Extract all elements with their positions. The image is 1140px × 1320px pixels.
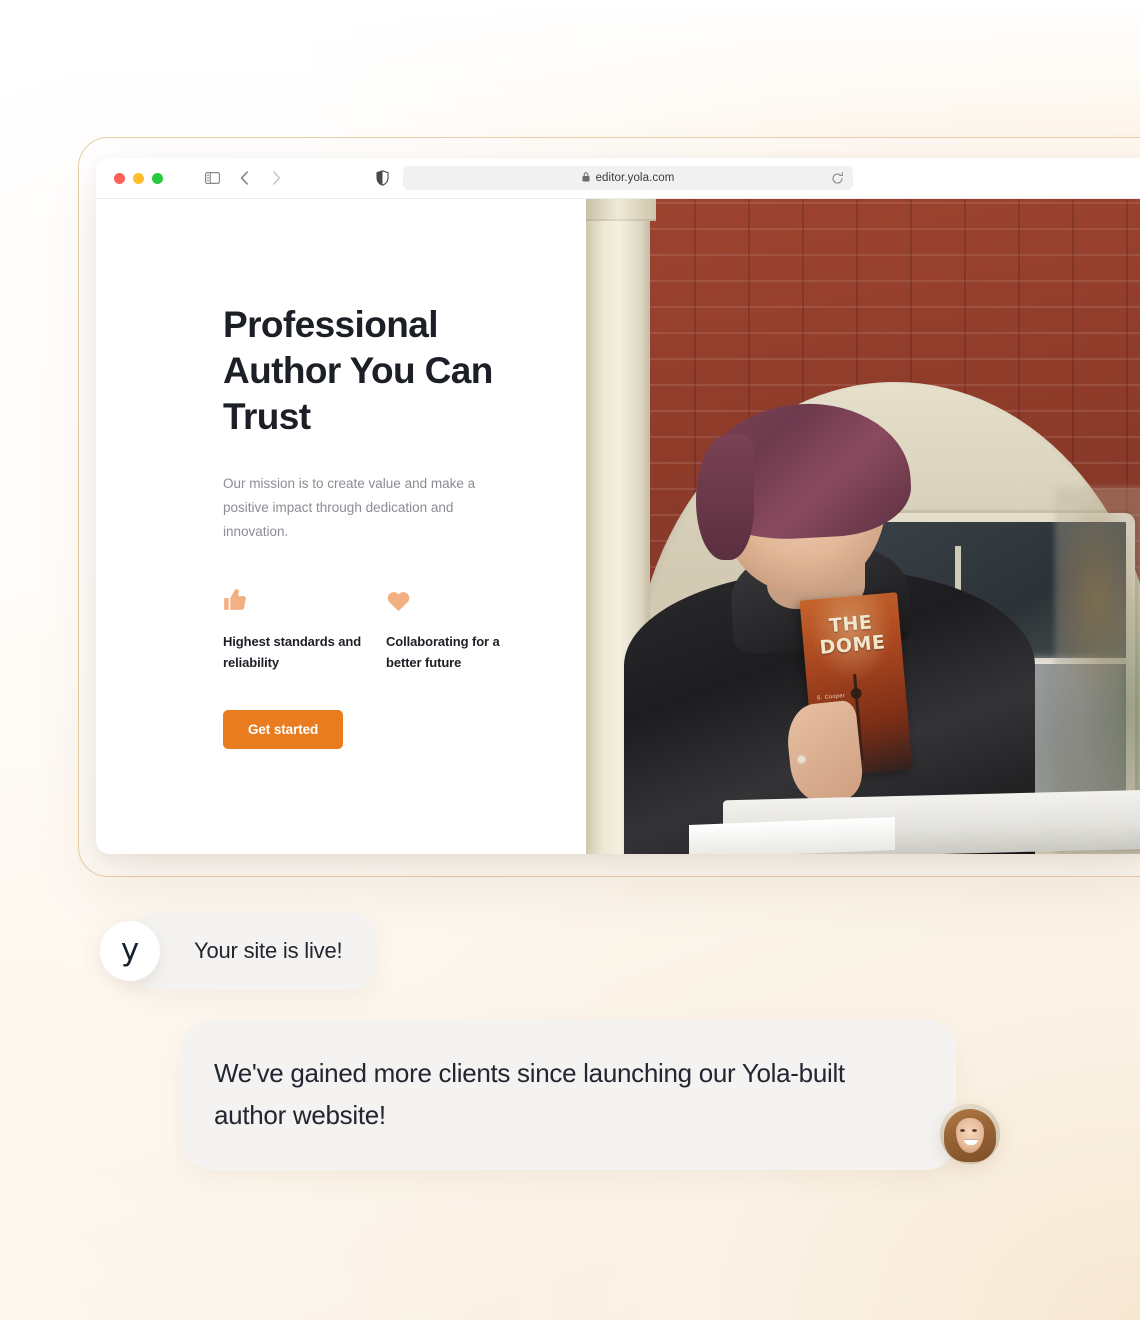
heart-icon	[386, 586, 549, 612]
feature-label: Collaborating for a better future	[386, 634, 500, 670]
thumbs-up-icon	[223, 586, 386, 612]
sidebar-toggle-icon[interactable]	[199, 165, 225, 191]
chevron-left-icon[interactable]	[231, 165, 257, 191]
feature-item: Highest standards and reliability	[223, 586, 386, 673]
hair-side	[695, 435, 754, 561]
browser-nav-controls	[199, 165, 289, 191]
url-input[interactable]: editor.yola.com	[403, 166, 853, 190]
minimize-window-button[interactable]	[133, 172, 144, 184]
reload-icon[interactable]	[829, 170, 845, 186]
get-started-button[interactable]: Get started	[223, 710, 344, 749]
book-title: THE DOME	[818, 610, 887, 659]
chat-bubble: Your site is live!	[132, 912, 377, 990]
client-photo-avatar	[940, 1104, 1000, 1164]
chat-bubble: We've gained more clients since launchin…	[182, 1020, 956, 1170]
url-content: editor.yola.com	[582, 169, 675, 187]
lock-icon	[582, 169, 590, 187]
chevron-right-icon[interactable]	[263, 165, 289, 191]
address-bar-region: editor.yola.com	[375, 166, 853, 190]
chat-message-row: We've gained more clients since launchin…	[182, 1020, 1000, 1170]
feature-label: Highest standards and reliability	[223, 634, 362, 670]
browser-window: editor.yola.com Professional Author You …	[96, 158, 1140, 854]
porch-rail	[688, 817, 895, 854]
hero-text-column: Professional Author You Can Trust Our mi…	[96, 199, 586, 854]
window-traffic-lights	[114, 172, 163, 184]
hero-subtitle: Our mission is to create value and make …	[223, 476, 476, 539]
chat-message-row: y Your site is live!	[100, 912, 377, 990]
privacy-shield-icon[interactable]	[371, 167, 393, 189]
website-preview: Professional Author You Can Trust Our mi…	[96, 199, 1140, 854]
hero-photo: THE DOME S. Cooper	[586, 199, 1140, 854]
yola-logo-glyph: y	[120, 931, 140, 968]
author-portrait: THE DOME S. Cooper	[597, 398, 1043, 854]
zoom-window-button[interactable]	[152, 172, 163, 184]
page-title: Professional Author You Can Trust	[223, 304, 493, 437]
feature-list: Highest standards and reliability Collab…	[223, 586, 586, 673]
porch-column-cap	[586, 199, 656, 221]
close-window-button[interactable]	[114, 172, 125, 184]
browser-toolbar: editor.yola.com	[96, 158, 1140, 199]
feature-item: Collaborating for a better future	[386, 586, 549, 673]
yola-logo-avatar: y	[100, 921, 160, 981]
url-text: editor.yola.com	[595, 172, 675, 184]
